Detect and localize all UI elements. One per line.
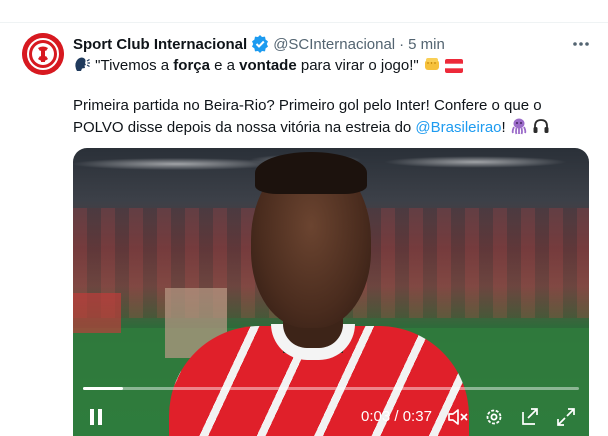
quote-middle: e a: [209, 57, 240, 74]
tweet-header: Sport Club Internacional @SCInternaciona…: [73, 34, 445, 54]
quote-bold-will: vontade: [239, 57, 297, 74]
author-name[interactable]: Sport Club Internacional: [73, 36, 247, 53]
more-icon[interactable]: [570, 34, 592, 54]
settings-icon[interactable]: [481, 404, 507, 430]
fist-icon: [423, 55, 441, 79]
austria-flag-icon: [445, 59, 464, 79]
quote-bold-strength: força: [173, 57, 210, 74]
mention-link[interactable]: @Brasileirao: [415, 119, 501, 136]
video-progress-track[interactable]: [83, 387, 579, 390]
player-hair: [255, 152, 367, 194]
octopus-icon: [510, 117, 528, 141]
top-strip: [0, 0, 608, 22]
fullscreen-icon[interactable]: [553, 404, 579, 430]
backdrop-panel: [73, 293, 121, 333]
quote-suffix: para virar o jogo!": [296, 57, 419, 74]
quote-prefix: "Tivemos a: [95, 57, 174, 74]
line3-prefix: POLVO disse depois da nossa vitória na e…: [73, 119, 416, 136]
tweet-time[interactable]: 5 min: [408, 36, 445, 53]
speaking-head-icon: [73, 55, 91, 79]
separator-dot: ·: [399, 35, 405, 53]
video-duration: 0:37: [402, 408, 432, 425]
avatar[interactable]: [22, 33, 64, 75]
video-progress-fill: [83, 387, 124, 390]
video-current-time: 0:03: [361, 408, 391, 425]
pip-icon[interactable]: [517, 404, 543, 430]
divider: [0, 22, 608, 23]
author-handle[interactable]: @SCInternacional: [273, 36, 395, 53]
tweet-text-line-2: Primeira partida no Beira-Rio? Primeiro …: [73, 97, 542, 114]
headphones-icon: [532, 117, 550, 141]
tweet-text-line-3: POLVO disse depois da nossa vitória na e…: [73, 117, 550, 141]
tweet-text-line-1: "Tivemos a força e a vontade para virar …: [73, 55, 464, 79]
line3-suffix: !: [501, 119, 506, 136]
video-time-separator: /: [390, 408, 403, 425]
video-time: 0:03 / 0:37: [361, 408, 432, 425]
mute-icon[interactable]: [445, 404, 471, 430]
verified-badge-icon: [251, 35, 269, 53]
video-player[interactable]: 0:03 / 0:37: [73, 148, 589, 436]
pause-icon[interactable]: [81, 403, 111, 431]
